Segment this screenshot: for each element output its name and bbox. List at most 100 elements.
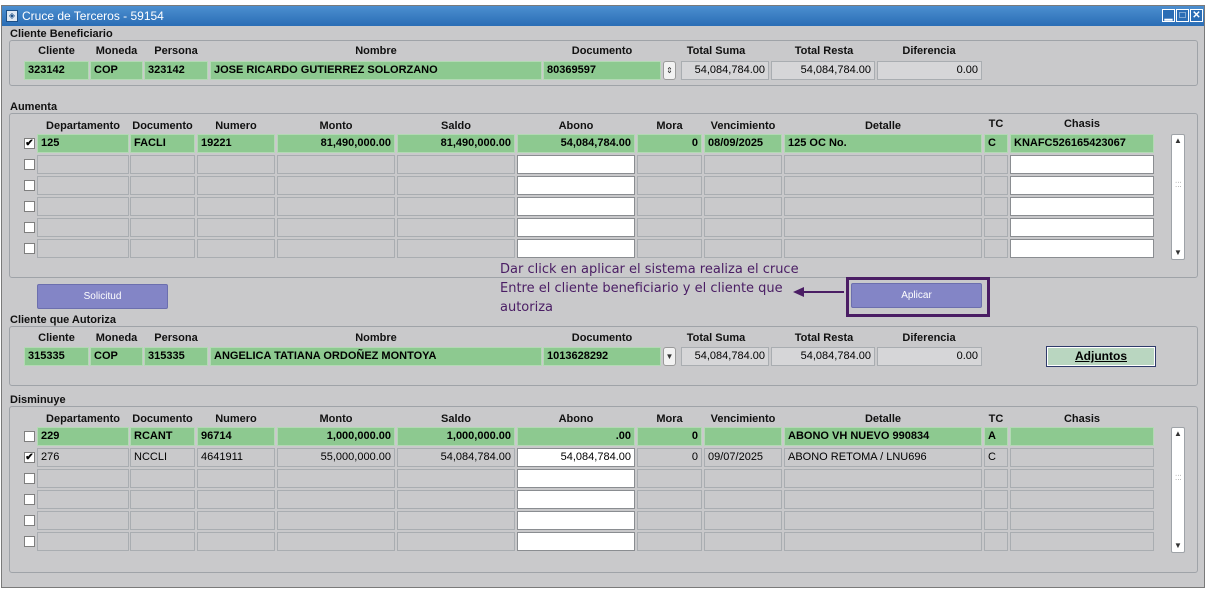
aumenta-empty-tc[interactable] xyxy=(984,218,1008,237)
aumenta-empty-chasis[interactable] xyxy=(1010,239,1154,258)
disminuye-empty-chasis[interactable] xyxy=(1010,532,1154,551)
aumenta-empty-vencimiento[interactable] xyxy=(704,176,782,195)
disminuye-empty-mora[interactable] xyxy=(637,469,702,488)
aumenta-empty-chasis[interactable] xyxy=(1010,218,1154,237)
aumenta-empty-vencimiento[interactable] xyxy=(704,155,782,174)
disminuye-empty-tc[interactable] xyxy=(984,469,1008,488)
disminuye-empty-checkbox[interactable] xyxy=(24,515,35,526)
disminuye-empty-mora[interactable] xyxy=(637,532,702,551)
aumenta-empty-saldo[interactable] xyxy=(397,197,515,216)
aumenta-empty-abono[interactable] xyxy=(517,197,635,216)
disminuye-empty-vencimiento[interactable] xyxy=(704,469,782,488)
disminuye-empty-abono[interactable] xyxy=(517,469,635,488)
disminuye-empty-departamento[interactable] xyxy=(37,511,129,530)
aumenta-empty-chasis[interactable] xyxy=(1010,155,1154,174)
aumenta-empty-documento[interactable] xyxy=(130,218,195,237)
scroll-down-icon[interactable]: ▼ xyxy=(1173,541,1183,551)
autoriza-persona[interactable]: 315335 xyxy=(144,347,208,366)
autoriza-documento[interactable]: 1013628292 xyxy=(543,347,661,366)
aumenta-empty-departamento[interactable] xyxy=(37,176,129,195)
aumenta-empty-departamento[interactable] xyxy=(37,155,129,174)
aumenta-empty-monto[interactable] xyxy=(277,197,395,216)
aumenta-empty-checkbox[interactable] xyxy=(24,201,35,212)
dis-monto[interactable]: 55,000,000.00 xyxy=(277,448,395,467)
aumenta-numero[interactable]: 19221 xyxy=(197,134,275,153)
dis-departamento[interactable]: 276 xyxy=(37,448,129,467)
disminuye-empty-departamento[interactable] xyxy=(37,532,129,551)
aumenta-empty-documento[interactable] xyxy=(130,155,195,174)
dis-detalle[interactable]: ABONO VH NUEVO 990834 xyxy=(784,427,982,446)
aumenta-row-checkbox[interactable]: ✔ xyxy=(24,138,35,149)
aumenta-empty-detalle[interactable] xyxy=(784,176,982,195)
aumenta-empty-chasis[interactable] xyxy=(1010,197,1154,216)
documento-dropdown-icon[interactable]: ⇕ xyxy=(663,61,676,80)
aumenta-empty-documento[interactable] xyxy=(130,197,195,216)
scroll-up-icon[interactable]: ▲ xyxy=(1173,429,1183,439)
dis-tc[interactable]: A xyxy=(984,427,1008,446)
disminuye-empty-abono[interactable] xyxy=(517,490,635,509)
disminuye-empty-vencimiento[interactable] xyxy=(704,511,782,530)
aumenta-documento[interactable]: FACLI xyxy=(130,134,195,153)
aumenta-empty-mora[interactable] xyxy=(637,155,702,174)
scroll-down-icon[interactable]: ▼ xyxy=(1173,248,1183,258)
dis-detalle[interactable]: ABONO RETOMA / LNU696 xyxy=(784,448,982,467)
aumenta-empty-saldo[interactable] xyxy=(397,176,515,195)
scroll-up-icon[interactable]: ▲ xyxy=(1173,136,1183,146)
aumenta-vencimiento[interactable]: 08/09/2025 xyxy=(704,134,782,153)
aumenta-empty-tc[interactable] xyxy=(984,155,1008,174)
beneficiario-moneda[interactable]: COP xyxy=(90,61,143,80)
disminuye-empty-monto[interactable] xyxy=(277,469,395,488)
aumenta-empty-numero[interactable] xyxy=(197,176,275,195)
dis-chasis[interactable] xyxy=(1010,427,1154,446)
aumenta-scrollbar[interactable]: ▲ ⁚⁚⁚ ▼ xyxy=(1171,134,1185,260)
dis-vencimiento[interactable]: 09/07/2025 xyxy=(704,448,782,467)
disminuye-empty-detalle[interactable] xyxy=(784,469,982,488)
disminuye-empty-monto[interactable] xyxy=(277,490,395,509)
disminuye-empty-checkbox[interactable] xyxy=(24,536,35,547)
disminuye-row-checkbox[interactable]: ✔ xyxy=(24,452,35,463)
disminuye-row-checkbox[interactable] xyxy=(24,431,35,442)
dis-departamento[interactable]: 229 xyxy=(37,427,129,446)
aumenta-empty-mora[interactable] xyxy=(637,239,702,258)
dis-saldo[interactable]: 1,000,000.00 xyxy=(397,427,515,446)
aumenta-empty-monto[interactable] xyxy=(277,176,395,195)
aumenta-empty-tc[interactable] xyxy=(984,176,1008,195)
disminuye-empty-saldo[interactable] xyxy=(397,532,515,551)
aumenta-empty-checkbox[interactable] xyxy=(24,243,35,254)
aumenta-empty-vencimiento[interactable] xyxy=(704,218,782,237)
aumenta-empty-monto[interactable] xyxy=(277,239,395,258)
aumenta-monto[interactable]: 81,490,000.00 xyxy=(277,134,395,153)
solicitud-button[interactable]: Solicitud xyxy=(37,284,168,309)
aumenta-empty-detalle[interactable] xyxy=(784,218,982,237)
disminuye-empty-chasis[interactable] xyxy=(1010,469,1154,488)
aumenta-empty-abono[interactable] xyxy=(517,176,635,195)
disminuye-empty-chasis[interactable] xyxy=(1010,490,1154,509)
aumenta-saldo[interactable]: 81,490,000.00 xyxy=(397,134,515,153)
aumenta-chasis[interactable]: KNAFC526165423067 xyxy=(1010,134,1154,153)
autoriza-cliente[interactable]: 315335 xyxy=(24,347,89,366)
dis-vencimiento[interactable] xyxy=(704,427,782,446)
autoriza-moneda[interactable]: COP xyxy=(90,347,143,366)
aumenta-empty-departamento[interactable] xyxy=(37,218,129,237)
dis-saldo[interactable]: 54,084,784.00 xyxy=(397,448,515,467)
beneficiario-persona[interactable]: 323142 xyxy=(144,61,208,80)
disminuye-empty-departamento[interactable] xyxy=(37,490,129,509)
dis-tc[interactable]: C xyxy=(984,448,1008,467)
aumenta-empty-saldo[interactable] xyxy=(397,155,515,174)
aumenta-mora[interactable]: 0 xyxy=(637,134,702,153)
dis-chasis[interactable] xyxy=(1010,448,1154,467)
aumenta-detalle[interactable]: 125 OC No. xyxy=(784,134,982,153)
aumenta-empty-departamento[interactable] xyxy=(37,239,129,258)
maximize-icon[interactable]: □ xyxy=(1176,9,1189,22)
aumenta-empty-departamento[interactable] xyxy=(37,197,129,216)
disminuye-empty-documento[interactable] xyxy=(130,469,195,488)
disminuye-empty-abono[interactable] xyxy=(517,532,635,551)
disminuye-empty-numero[interactable] xyxy=(197,469,275,488)
disminuye-empty-numero[interactable] xyxy=(197,532,275,551)
disminuye-empty-monto[interactable] xyxy=(277,532,395,551)
dis-abono-input[interactable]: 54,084,784.00 xyxy=(517,448,635,467)
disminuye-empty-saldo[interactable] xyxy=(397,490,515,509)
aumenta-empty-mora[interactable] xyxy=(637,176,702,195)
aumenta-empty-mora[interactable] xyxy=(637,218,702,237)
disminuye-empty-vencimiento[interactable] xyxy=(704,532,782,551)
